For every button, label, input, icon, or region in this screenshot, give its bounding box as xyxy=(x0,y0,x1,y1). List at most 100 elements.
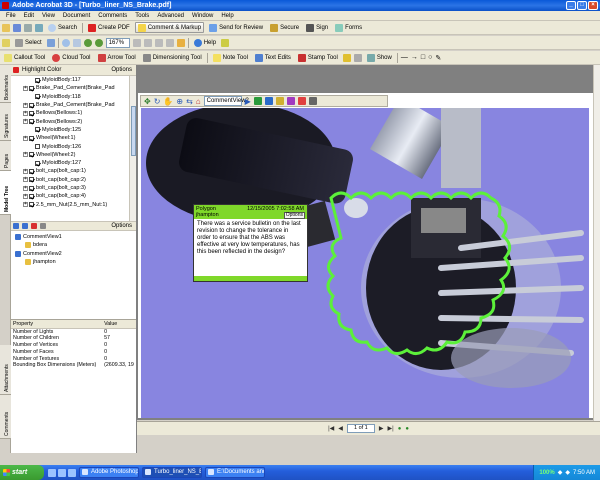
expand-icon[interactable]: + xyxy=(23,168,28,174)
scroll-thumb[interactable] xyxy=(131,106,136,156)
send-for-review-button[interactable]: Send for Review xyxy=(207,22,265,33)
comment-text[interactable]: There was a service bulletin on the last… xyxy=(194,219,307,258)
visibility-checkbox[interactable] xyxy=(35,94,40,100)
view-item[interactable]: CommentView1 xyxy=(11,233,136,241)
menu-tools[interactable]: Tools xyxy=(131,11,153,21)
save-icon[interactable] xyxy=(13,23,21,32)
lighting-icon[interactable] xyxy=(275,97,284,105)
select-button[interactable]: Select xyxy=(13,37,44,48)
page-number-field[interactable]: 1 of 1 xyxy=(346,424,375,433)
visibility-checkbox[interactable] xyxy=(29,202,34,208)
zoom-icon[interactable] xyxy=(61,38,70,47)
tree-item[interactable]: + bolt_cap(bolt_cap:2) xyxy=(11,176,136,184)
line-icon[interactable]: — xyxy=(401,54,408,61)
stamp-tool-button[interactable]: Stamp Tool xyxy=(296,52,340,63)
render-mode-icon[interactable] xyxy=(286,97,295,105)
visibility-checkbox[interactable] xyxy=(29,177,34,183)
zoom-out-icon[interactable] xyxy=(83,38,92,47)
tree-item[interactable]: + Wheel(Wheel:1) xyxy=(11,134,136,142)
comment-options-button[interactable]: Options xyxy=(283,212,305,219)
text-edits-button[interactable]: Text Edits xyxy=(253,52,293,63)
expand-icon[interactable]: + xyxy=(23,135,28,141)
expand-icon[interactable]: + xyxy=(23,110,28,116)
visibility-checkbox[interactable] xyxy=(29,85,34,91)
menu-document[interactable]: Document xyxy=(59,11,94,21)
note-tool-button[interactable]: Note Tool xyxy=(211,52,250,63)
visibility-checkbox[interactable] xyxy=(35,144,40,150)
projection-icon[interactable] xyxy=(264,97,273,105)
tree-item[interactable]: MyloidBody:127 xyxy=(11,159,136,167)
tray-icon[interactable]: ◆ xyxy=(558,469,563,476)
reflow-icon[interactable] xyxy=(165,38,174,47)
arrow-tool-button[interactable]: Arrow Tool xyxy=(96,52,138,63)
menu-window[interactable]: Window xyxy=(188,11,217,21)
help-button[interactable]: Help xyxy=(192,37,218,48)
view-icon[interactable] xyxy=(13,223,19,229)
menu-file[interactable]: File xyxy=(2,11,20,21)
delete-view-icon[interactable] xyxy=(31,223,37,229)
menu-edit[interactable]: Edit xyxy=(20,11,38,21)
rectangle-icon[interactable]: □ xyxy=(421,54,425,61)
expand-icon[interactable]: + xyxy=(23,185,28,191)
rotate-icon[interactable] xyxy=(176,38,185,47)
ellipse-icon[interactable]: ○ xyxy=(428,54,432,61)
snapshot-icon[interactable] xyxy=(46,38,55,47)
expand-icon[interactable]: + xyxy=(23,193,28,199)
zoom-in-icon[interactable] xyxy=(94,38,103,47)
create-pdf-button[interactable]: Create PDF xyxy=(86,22,132,33)
cloud-tool-button[interactable]: Cloud Tool xyxy=(50,52,92,63)
search-button[interactable]: Search xyxy=(46,22,79,33)
tree-item[interactable]: + Brake_Pad_Cement(Brake_Pad xyxy=(11,84,136,92)
first-page-icon[interactable]: |◀ xyxy=(328,425,334,432)
desktop-icon[interactable] xyxy=(48,468,56,477)
home-icon[interactable]: ⌂ xyxy=(196,97,201,106)
acrobat-app-icon[interactable] xyxy=(2,2,9,9)
media-icon[interactable] xyxy=(68,468,76,477)
cross-section-icon[interactable] xyxy=(308,97,317,105)
start-button[interactable]: start xyxy=(0,465,44,480)
edit-view-icon[interactable] xyxy=(40,223,46,229)
actual-size-icon[interactable] xyxy=(132,38,141,47)
print-icon[interactable] xyxy=(24,23,32,32)
task-photoshop[interactable]: Adobe Photoshop xyxy=(79,467,139,478)
browser-icon[interactable] xyxy=(58,468,66,477)
visibility-checkbox[interactable] xyxy=(29,193,34,199)
page-icon[interactable] xyxy=(72,38,81,47)
highlight-color-button[interactable]: Highlight Color xyxy=(22,67,61,73)
attach-icon[interactable] xyxy=(353,53,362,62)
document-scrollbar[interactable] xyxy=(593,65,600,435)
maximize-button[interactable]: □ xyxy=(577,1,587,10)
task-explorer[interactable]: E:\Documents and Se... xyxy=(205,467,265,478)
model-tree-toggle-icon[interactable] xyxy=(253,97,262,105)
spin-icon[interactable]: ↻ xyxy=(154,97,161,106)
how-to-icon[interactable] xyxy=(221,38,230,47)
tree-item[interactable]: + Bellows(Bellows:2) xyxy=(11,117,136,125)
tree-item[interactable]: + bolt_cap(bolt_cap:1) xyxy=(11,167,136,175)
next-page-icon[interactable]: ▶ xyxy=(379,425,384,432)
visibility-checkbox[interactable] xyxy=(35,160,40,166)
background-color-icon[interactable] xyxy=(297,97,306,105)
tree-item[interactable]: MyloidBody:126 xyxy=(11,142,136,150)
go-forward-icon[interactable]: ● xyxy=(405,426,409,432)
views-options-button[interactable]: Options xyxy=(111,223,132,229)
menu-advanced[interactable]: Advanced xyxy=(153,11,188,21)
visibility-checkbox[interactable] xyxy=(29,119,34,125)
fit-page-icon[interactable] xyxy=(143,38,152,47)
tree-item[interactable]: +2.5_mm_Nut(2.5_mm_Nut:1) xyxy=(11,200,136,208)
tree-item[interactable]: + bolt_cap(bolt_cap:4) xyxy=(11,192,136,200)
zoom-level-field[interactable]: 167% xyxy=(105,37,130,48)
fit-width-icon[interactable] xyxy=(154,38,163,47)
tree-options-button[interactable]: Options xyxy=(111,67,132,73)
tree-item[interactable]: + Brake_Pad_Cement(Brake_Pad xyxy=(11,101,136,109)
visibility-checkbox[interactable] xyxy=(29,135,34,141)
pan-icon[interactable]: ✋ xyxy=(163,97,173,106)
expand-icon[interactable]: + xyxy=(23,177,28,183)
view-comment-item[interactable]: bdera xyxy=(11,241,136,249)
tree-item[interactable]: + Bellows(Bellows:1) xyxy=(11,109,136,117)
zoom-3d-icon[interactable]: ⊕ xyxy=(176,97,183,106)
highlighter-icon[interactable] xyxy=(342,53,351,62)
task-acrobat[interactable]: Turbo_liner_NS_Brake... xyxy=(142,467,202,478)
expand-icon[interactable]: + xyxy=(23,85,28,91)
pencil-icon[interactable]: ✎ xyxy=(435,54,441,62)
go-back-icon[interactable]: ● xyxy=(398,426,402,432)
